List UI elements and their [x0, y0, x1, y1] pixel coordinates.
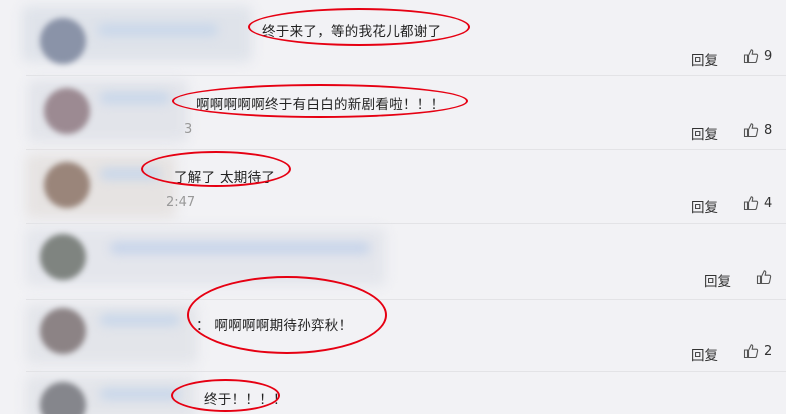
like-button[interactable]: 2	[743, 343, 772, 359]
highlight-oval	[187, 276, 387, 354]
comment-time: 2:47	[166, 195, 196, 210]
thumbs-up-icon	[756, 269, 772, 285]
comment-item: 了解了 太期待了 2:47 回复 4	[0, 150, 786, 224]
avatar[interactable]	[40, 18, 86, 64]
comment-item: 终于来了，等的我花儿都谢了 回复 9	[0, 0, 786, 76]
avatar[interactable]	[40, 234, 86, 280]
highlight-oval	[172, 84, 468, 118]
highlight-oval	[141, 151, 291, 187]
username[interactable]	[98, 24, 218, 36]
comment-item: 啊啊啊啊啊终于有白白的新剧看啦！！！ 3 回复 8	[0, 76, 786, 150]
like-button[interactable]: 9	[743, 48, 772, 64]
like-count: 9	[764, 48, 773, 64]
username[interactable]	[100, 388, 180, 400]
avatar[interactable]	[40, 308, 86, 354]
comment-time: 3	[184, 122, 193, 137]
thumbs-up-icon	[743, 195, 759, 211]
reply-button[interactable]: 回复	[691, 344, 718, 364]
like-button[interactable]	[756, 269, 777, 285]
reply-button[interactable]: 回复	[704, 270, 731, 290]
avatar[interactable]	[44, 162, 90, 208]
username[interactable]	[100, 314, 180, 326]
like-count: 2	[764, 343, 773, 359]
comment-item: 终于！！！！	[0, 372, 786, 414]
comment-list: 终于来了，等的我花儿都谢了 回复 9 啊啊啊啊啊终于有白白的新剧看啦！！！ 3 …	[0, 0, 786, 414]
reply-button[interactable]: 回复	[691, 49, 718, 69]
like-button[interactable]: 8	[743, 122, 772, 138]
highlight-oval	[248, 8, 470, 46]
comment-item: 回复	[0, 224, 786, 300]
like-button[interactable]: 4	[743, 195, 772, 211]
like-count: 8	[764, 122, 773, 138]
reply-button[interactable]: 回复	[691, 196, 718, 216]
username[interactable]	[100, 92, 170, 104]
username[interactable]	[110, 242, 370, 254]
thumbs-up-icon	[743, 343, 759, 359]
highlight-oval	[171, 379, 280, 412]
comment-item: ： 啊啊啊啊期待孙弈秋！ 回复 2	[0, 276, 786, 372]
reply-button[interactable]: 回复	[691, 123, 718, 143]
like-count: 4	[764, 195, 773, 211]
thumbs-up-icon	[743, 122, 759, 138]
avatar[interactable]	[44, 88, 90, 134]
thumbs-up-icon	[743, 48, 759, 64]
